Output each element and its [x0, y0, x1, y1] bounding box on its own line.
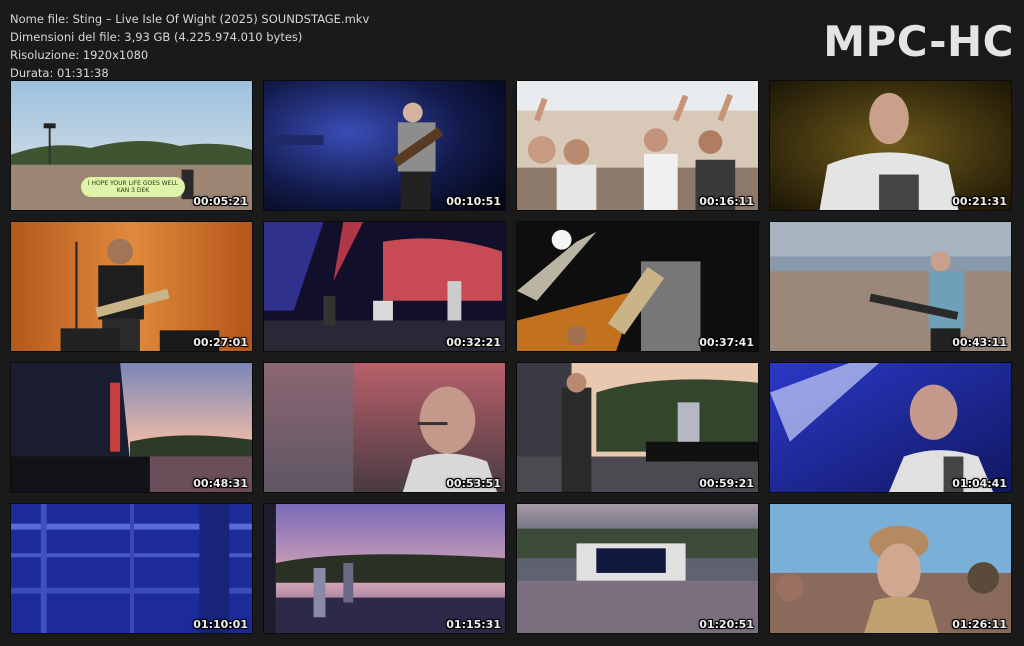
thumbnail[interactable]: 01:26:11: [769, 503, 1012, 634]
thumbnail[interactable]: 00:21:31: [769, 80, 1012, 211]
singer-red-light-image: [264, 363, 505, 492]
thumbnail[interactable]: 00:59:21: [516, 362, 759, 493]
stage-guitarist-image: [264, 81, 505, 210]
timestamp: 01:26:11: [952, 618, 1007, 631]
thumbnail[interactable]: 00:16:11: [516, 80, 759, 211]
thumbnail[interactable]: 00:32:21: [263, 221, 506, 352]
file-name: Nome file: Sting – Live Isle Of Wight (2…: [10, 12, 370, 26]
timestamp: 01:20:51: [699, 618, 754, 631]
brand-logo: MPC-HC: [823, 17, 1014, 66]
timestamp: 00:21:31: [952, 195, 1007, 208]
timestamp: 00:53:51: [446, 477, 501, 490]
band-on-stage-image: [264, 222, 505, 351]
aerial-festival-image: [517, 504, 758, 633]
resolution: Risoluzione: 1920x1080: [10, 48, 149, 62]
fan-sign: I HOPE YOUR LIFE GOES WELL KAN 3 DEK: [81, 177, 185, 197]
guitar-closeup-image: [517, 222, 758, 351]
timestamp: 00:32:21: [446, 336, 501, 349]
thumbnail-grid: I HOPE YOUR LIFE GOES WELL KAN 3 DEK 00:…: [10, 80, 1012, 634]
timestamp: 00:59:21: [699, 477, 754, 490]
timestamp: 00:48:31: [193, 477, 248, 490]
timestamp: 00:37:41: [699, 336, 754, 349]
timestamp: 01:10:01: [193, 618, 248, 631]
thumbnail[interactable]: 00:53:51: [263, 362, 506, 493]
two-guitarists-image: [517, 363, 758, 492]
thumbnail[interactable]: 00:43:11: [769, 221, 1012, 352]
thumbnail[interactable]: 00:10:51: [263, 80, 506, 211]
thumbnail[interactable]: 00:27:01: [10, 221, 253, 352]
thumbnail[interactable]: 00:37:41: [516, 221, 759, 352]
timestamp: 00:43:11: [952, 336, 1007, 349]
thumbnail[interactable]: 01:20:51: [516, 503, 759, 634]
dusk-stage-image: [264, 504, 505, 633]
singer-blue-light-image: [770, 363, 1011, 492]
timestamp: 00:16:11: [699, 195, 754, 208]
stage-rigging-image: [11, 504, 252, 633]
sunset-stage-image: [11, 363, 252, 492]
file-info: Nome file: Sting – Live Isle Of Wight (2…: [10, 10, 369, 82]
thumbnail[interactable]: I HOPE YOUR LIFE GOES WELL KAN 3 DEK 00:…: [10, 80, 253, 211]
guitarist-orange-image: [11, 222, 252, 351]
timestamp: 00:27:01: [193, 336, 248, 349]
thumbnail[interactable]: 01:04:41: [769, 362, 1012, 493]
performer-crowd-image: [770, 222, 1011, 351]
timestamp: 01:15:31: [446, 618, 501, 631]
fans-closeup-image: [770, 504, 1011, 633]
timestamp: 00:05:21: [193, 195, 248, 208]
thumbnail[interactable]: 01:15:31: [263, 503, 506, 634]
file-size: Dimensioni del file: 3,93 GB (4.225.974.…: [10, 30, 303, 44]
thumbnail[interactable]: 00:48:31: [10, 362, 253, 493]
singer-closeup-image: [770, 81, 1011, 210]
cheering-fans-image: [517, 81, 758, 210]
timestamp: 00:10:51: [446, 195, 501, 208]
timestamp: 01:04:41: [952, 477, 1007, 490]
thumbnail[interactable]: 01:10:01: [10, 503, 253, 634]
